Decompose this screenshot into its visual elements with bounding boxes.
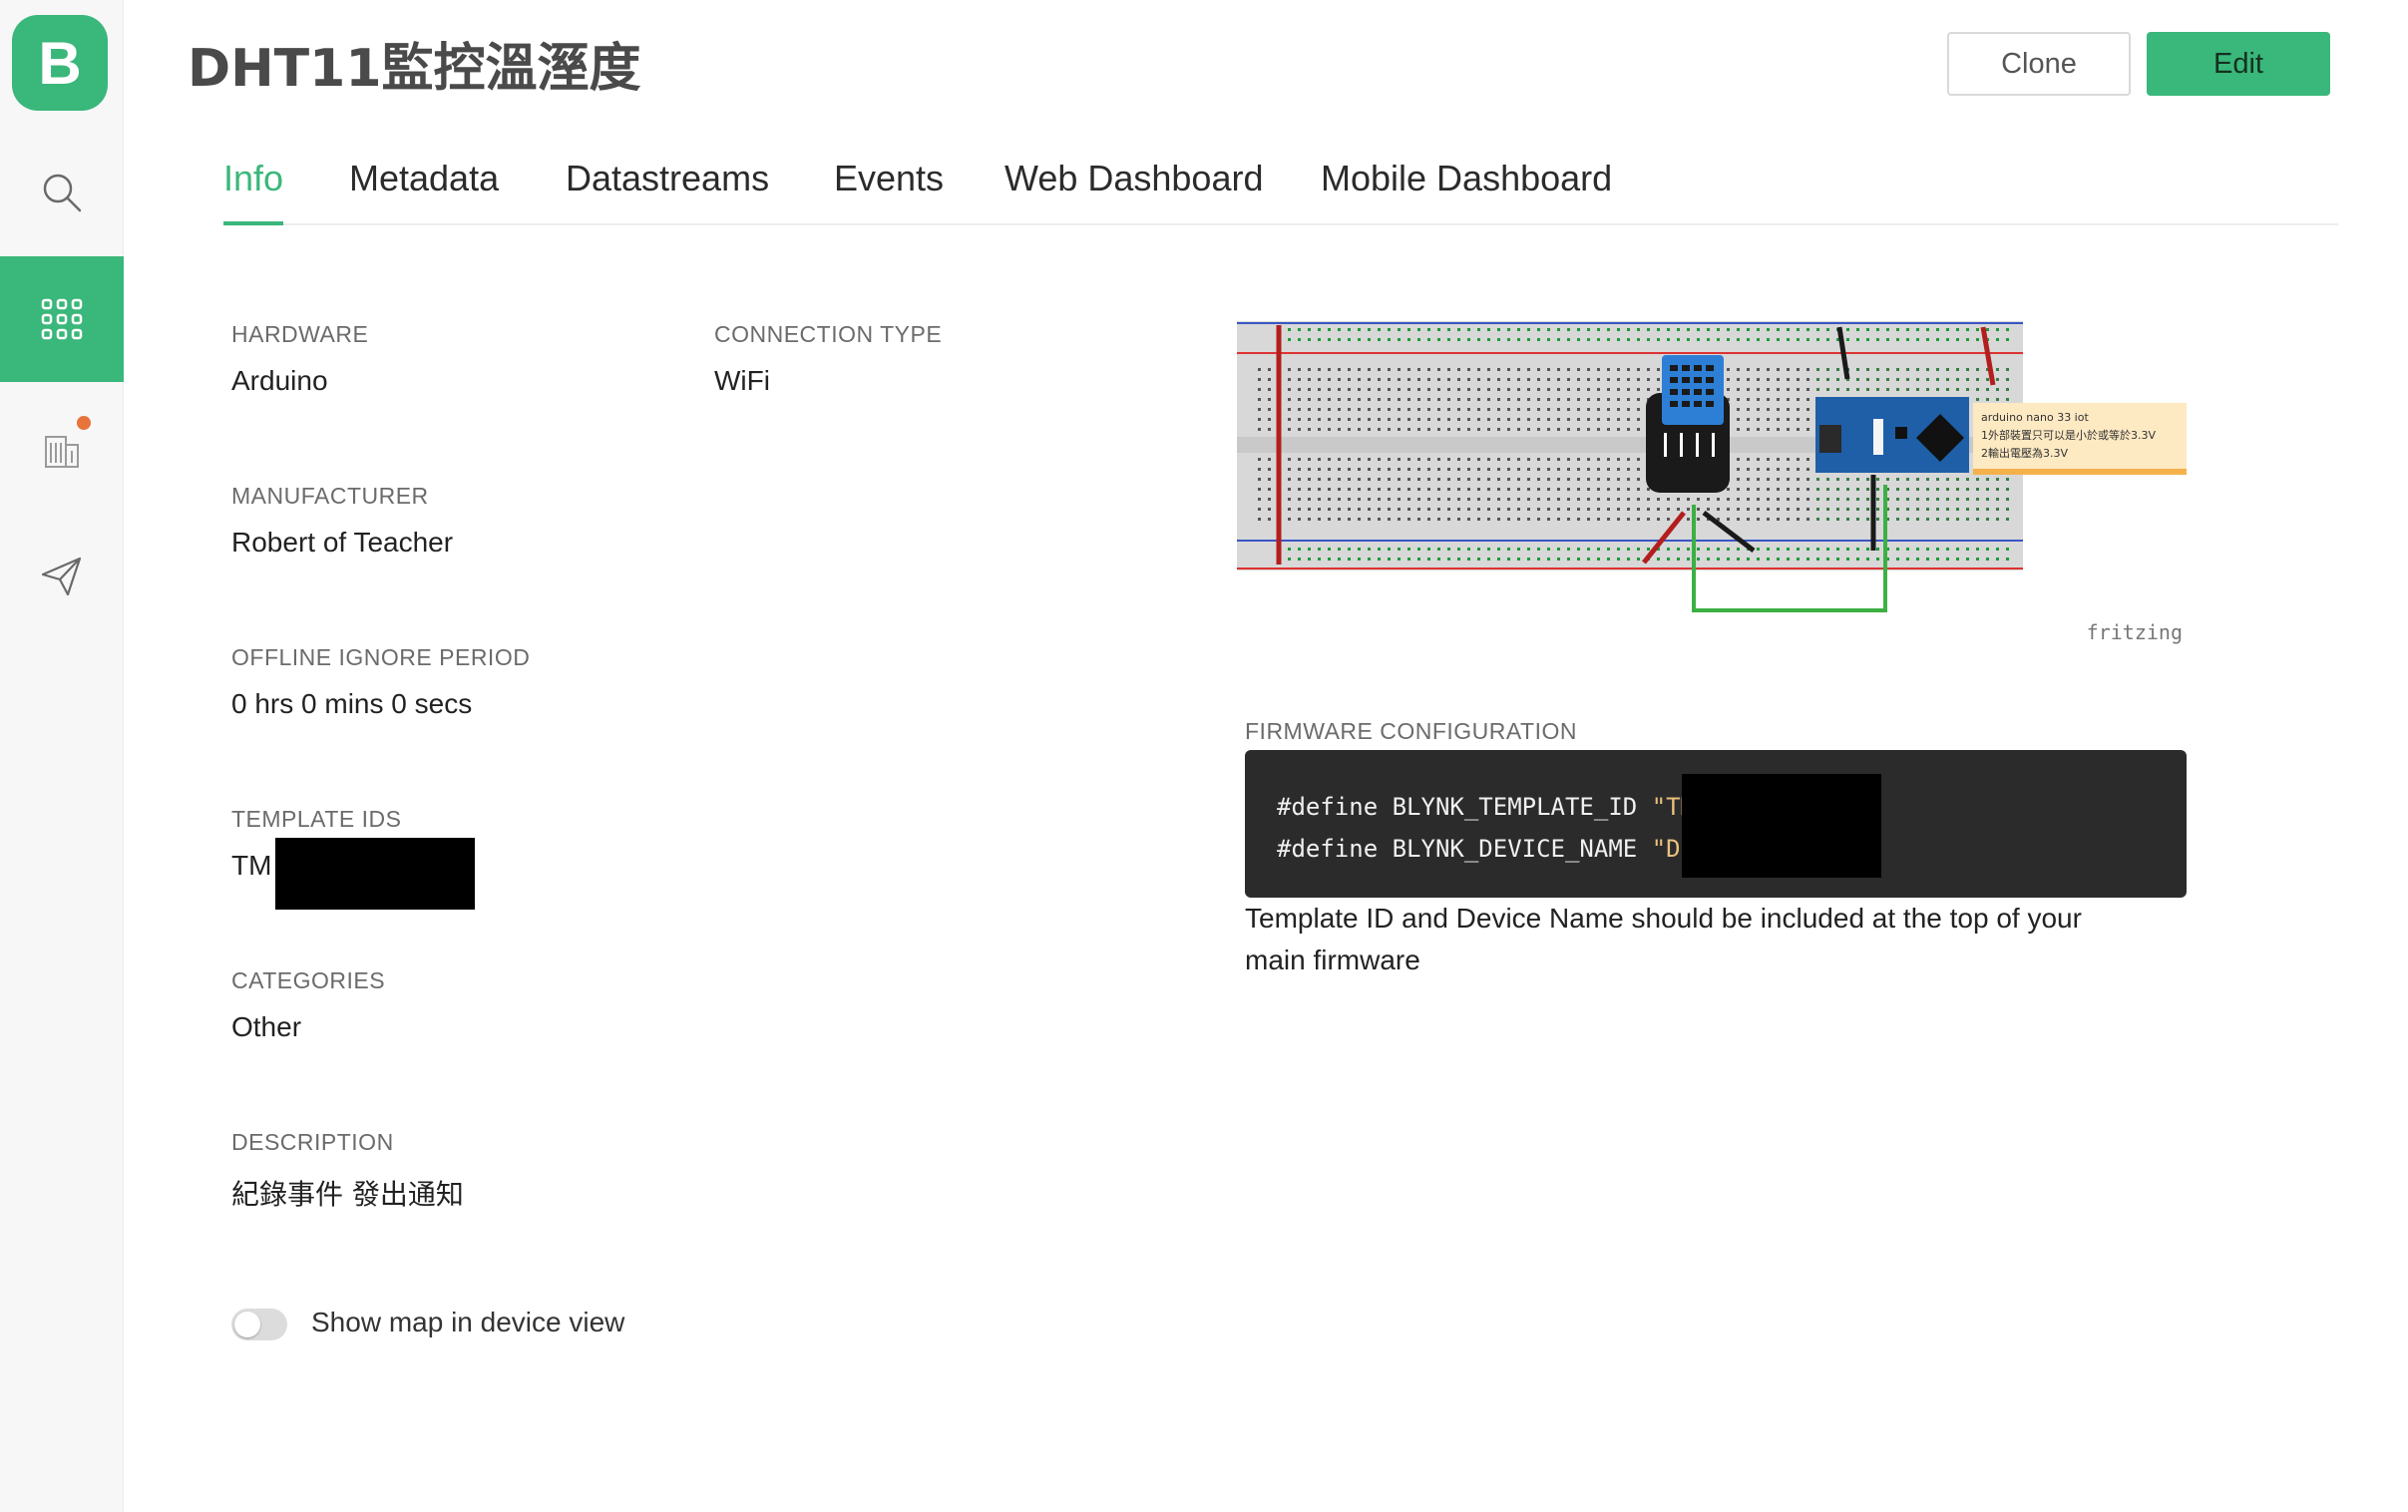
tab-mobile-dashboard[interactable]: Mobile Dashboard xyxy=(1321,158,1612,225)
show-map-toggle[interactable] xyxy=(231,1309,287,1340)
offline-ignore-period-value: 0 hrs 0 mins 0 secs xyxy=(231,688,473,719)
breadboard-svg: arduino nano 33 iot 1外部裝置只可以是小於或等於3.3V 2… xyxy=(1237,321,2187,644)
search-icon xyxy=(43,174,82,212)
sidebar: B xyxy=(0,0,124,1512)
connection-type-label: CONNECTION TYPE xyxy=(714,321,943,347)
manufacturer-value: Robert of Teacher xyxy=(231,527,454,558)
description-label: DESCRIPTION xyxy=(231,1129,394,1155)
sidebar-item-search[interactable] xyxy=(0,130,124,255)
template-ids-label: TEMPLATE IDS xyxy=(231,806,402,832)
send-icon xyxy=(41,557,82,596)
connection-type-value: WiFi xyxy=(714,365,770,396)
wiring-diagram: arduino nano 33 iot 1外部裝置只可以是小於或等於3.3V 2… xyxy=(1235,315,2189,654)
tab-metadata[interactable]: Metadata xyxy=(349,158,499,225)
firmware-help-text: Template ID and Device Name should be in… xyxy=(1245,903,2082,975)
firmware-config-label: FIRMWARE CONFIGURATION xyxy=(1245,718,1577,744)
tab-bar: Info Metadata Datastreams Events Web Das… xyxy=(223,150,2338,225)
note-line-3: 2輸出電壓為3.3V xyxy=(1981,446,2068,460)
notification-badge xyxy=(77,416,91,430)
fritzing-watermark: fritzing xyxy=(2087,620,2183,644)
clone-button[interactable]: Clone xyxy=(1947,32,2131,96)
grid-icon xyxy=(41,298,83,340)
show-map-label: Show map in device view xyxy=(311,1307,625,1337)
categories-value: Other xyxy=(231,1011,302,1042)
code-keyword: #define BLYNK_DEVICE_NAME xyxy=(1277,835,1652,863)
manufacturer-label: MANUFACTURER xyxy=(231,483,429,509)
sidebar-item-templates[interactable] xyxy=(0,256,124,382)
tab-info[interactable]: Info xyxy=(223,158,284,225)
tab-events[interactable]: Events xyxy=(834,158,944,225)
redaction-block xyxy=(275,838,475,910)
toggle-knob xyxy=(234,1312,260,1337)
building-icon xyxy=(45,436,79,468)
hardware-label: HARDWARE xyxy=(231,321,369,347)
code-keyword: #define BLYNK_TEMPLATE_ID xyxy=(1277,793,1652,821)
blynk-logo[interactable]: B xyxy=(12,15,108,111)
hardware-value: Arduino xyxy=(231,365,328,396)
sidebar-item-messages[interactable] xyxy=(0,514,124,639)
page-title: DHT11監控溫溼度 xyxy=(188,39,641,99)
note-line-2: 1外部裝置只可以是小於或等於3.3V xyxy=(1981,428,2156,442)
edit-button[interactable]: Edit xyxy=(2147,32,2330,96)
note-line-1: arduino nano 33 iot xyxy=(1981,411,2089,424)
description-value: 紀錄事件 發出通知 xyxy=(231,1178,464,1211)
redaction-block xyxy=(1682,774,1881,878)
template-ids-value: TM xyxy=(231,850,272,881)
tab-datastreams[interactable]: Datastreams xyxy=(566,158,769,225)
tab-web-dashboard[interactable]: Web Dashboard xyxy=(1004,158,1264,225)
categories-label: CATEGORIES xyxy=(231,967,386,993)
sidebar-item-organization[interactable] xyxy=(0,386,124,512)
offline-ignore-period-label: OFFLINE IGNORE PERIOD xyxy=(231,644,531,670)
